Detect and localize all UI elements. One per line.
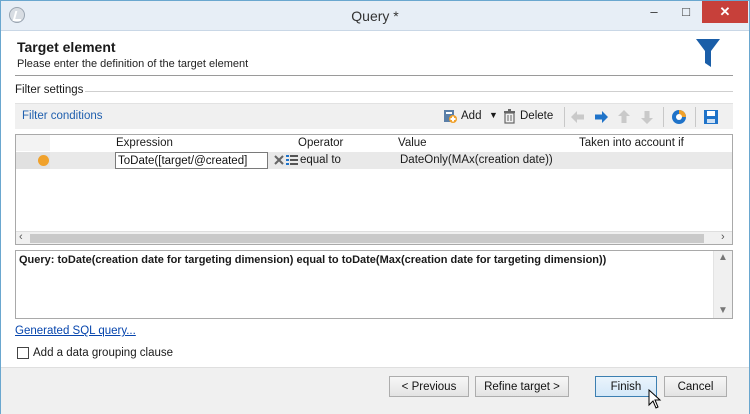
wizard-header: Target element Please enter the definiti…: [1, 31, 749, 75]
conditions-grid: Expression Operator Value Taken into acc…: [15, 134, 733, 245]
scroll-right-icon[interactable]: ›: [721, 231, 725, 243]
expression-input[interactable]: [115, 152, 268, 169]
previous-button[interactable]: < Previous: [389, 376, 469, 397]
delete-button[interactable]: Delete: [520, 110, 553, 122]
scroll-down-icon[interactable]: ▼: [718, 305, 728, 316]
mouse-cursor-icon: [648, 389, 662, 409]
add-button[interactable]: Add: [461, 110, 481, 122]
clear-icon[interactable]: [272, 153, 286, 167]
page-subtitle: Please enter the definition of the targe…: [17, 58, 249, 70]
scroll-left-icon[interactable]: ‹: [19, 231, 23, 243]
column-header-value[interactable]: Value: [398, 137, 427, 149]
window-title: Query *: [351, 8, 399, 24]
header-divider: [15, 75, 733, 76]
edit-expression-icon[interactable]: [286, 154, 298, 166]
grouping-clause-checkbox[interactable]: [17, 347, 29, 359]
grid-header: Expression Operator Value Taken into acc…: [16, 135, 732, 151]
column-header-expression[interactable]: Expression: [116, 137, 173, 149]
close-button[interactable]: ✕: [702, 1, 748, 23]
title-bar[interactable]: Query * – □ ✕: [1, 1, 749, 31]
condition-status-dot: [38, 155, 49, 166]
funnel-icon: [696, 39, 720, 67]
page-title: Target element: [17, 39, 116, 55]
vertical-scrollbar[interactable]: ▲ ▼: [713, 251, 732, 318]
query-preview: Query: toDate(creation date for targetin…: [15, 250, 733, 319]
trash-icon[interactable]: [503, 109, 516, 124]
refine-target-button[interactable]: Refine target >: [475, 376, 569, 397]
add-dropdown-icon[interactable]: ▼: [489, 110, 498, 120]
query-window: Query * – □ ✕ Target element Please ente…: [0, 0, 750, 414]
cancel-button[interactable]: Cancel: [664, 376, 727, 397]
arrow-left-icon[interactable]: [569, 108, 587, 126]
save-icon[interactable]: [702, 108, 720, 126]
column-header-operator[interactable]: Operator: [298, 137, 343, 149]
grid-header-gutter: [16, 135, 50, 151]
operator-cell[interactable]: equal to: [300, 154, 341, 166]
scroll-up-icon[interactable]: ▲: [718, 252, 728, 263]
table-row[interactable]: equal to DateOnly(MAx(creation date)): [16, 152, 732, 169]
minimize-button[interactable]: –: [639, 1, 669, 23]
filter-settings-label: Filter settings: [15, 84, 84, 96]
toolbar-separator: [663, 107, 664, 127]
filter-conditions-label: Filter conditions: [22, 110, 103, 122]
scrollbar-thumb[interactable]: [30, 234, 704, 243]
distribution-chart-icon[interactable]: [670, 108, 688, 126]
add-condition-icon[interactable]: [443, 109, 457, 123]
value-cell[interactable]: DateOnly(MAx(creation date)): [400, 154, 553, 166]
horizontal-scrollbar[interactable]: ‹ ›: [16, 231, 732, 244]
arrow-down-icon[interactable]: [638, 108, 656, 126]
section-divider: [85, 91, 733, 92]
arrow-up-icon[interactable]: [615, 108, 633, 126]
maximize-button[interactable]: □: [671, 1, 701, 23]
toolbar-separator: [564, 107, 565, 127]
arrow-right-icon[interactable]: [592, 108, 610, 126]
grouping-clause-label[interactable]: Add a data grouping clause: [33, 347, 173, 359]
column-header-taken-into-account[interactable]: Taken into account if: [579, 137, 684, 149]
wizard-footer: < Previous Refine target > Finish Cancel: [1, 367, 749, 414]
toolbar-separator: [695, 107, 696, 127]
generated-sql-link[interactable]: Generated SQL query...: [15, 325, 136, 337]
filter-toolbar: Filter conditions Add ▼ Delete: [15, 103, 733, 129]
query-text: Query: toDate(creation date for targetin…: [19, 254, 607, 266]
